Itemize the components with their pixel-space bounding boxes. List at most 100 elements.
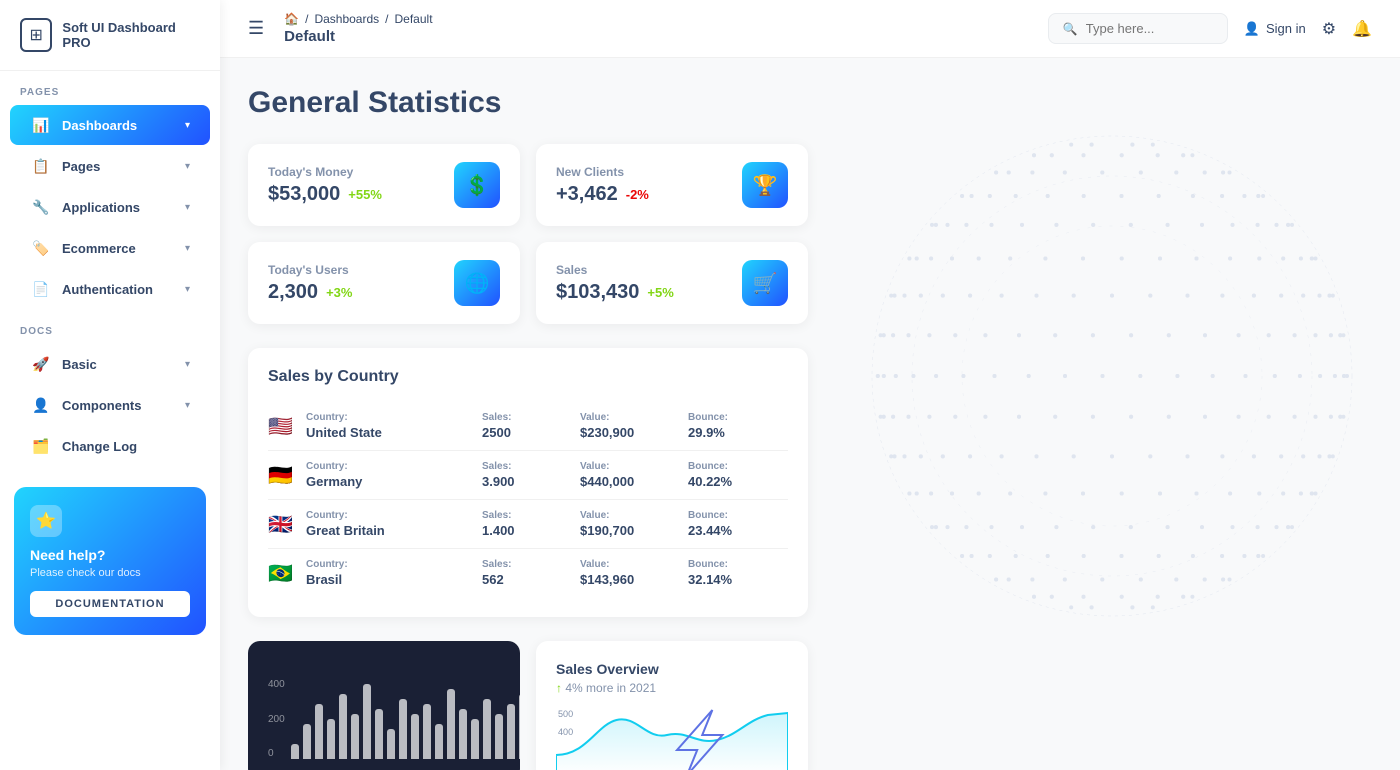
sidebar-item-left: 🔧 Applications (30, 196, 140, 218)
stat-value-3: $103,430 +5% (556, 281, 674, 304)
sidebar-dashboards-arrow: ▾ (185, 120, 190, 131)
stat-icon-3: 🛒 (742, 260, 788, 306)
sidebar-changelog-icon: 🗂️ (30, 435, 52, 457)
sidebar-applications-label: Applications (62, 200, 140, 215)
flag-2: 🇬🇧 (268, 512, 298, 537)
stat-card-left-2: Today's Users 2,300 +3% (268, 263, 352, 304)
sidebar-item-ecommerce[interactable]: 🏷️ Ecommerce ▾ (10, 228, 210, 268)
notifications-icon[interactable]: 🔔 (1352, 19, 1372, 39)
flag-3: 🇧🇷 (268, 561, 298, 586)
sales-country-title: Sales by Country (268, 368, 788, 386)
sidebar-item-left: 🗂️ Change Log (30, 435, 137, 457)
sidebar-dashboards-label: Dashboards (62, 118, 137, 133)
documentation-button[interactable]: DOCUMENTATION (30, 591, 190, 617)
svg-text:500: 500 (558, 709, 573, 719)
sidebar-components-arrow: ▾ (185, 400, 190, 411)
sidebar-authentication-arrow: ▾ (185, 284, 190, 295)
value-col-1: Value: $440,000 (580, 461, 680, 489)
sidebar-changelog-label: Change Log (62, 439, 137, 454)
country-name-col-1: Country: Germany (306, 461, 474, 489)
value-col-0: Value: $230,900 (580, 412, 680, 440)
sidebar-applications-arrow: ▾ (185, 202, 190, 213)
stat-value-1: +3,462 -2% (556, 183, 649, 206)
sales-col-3: Sales: 562 (482, 559, 572, 587)
stat-icon-0: 💲 (454, 162, 500, 208)
sidebar-basic-arrow: ▾ (185, 359, 190, 370)
sidebar-components-label: Components (62, 398, 141, 413)
breadcrumb-dashboards[interactable]: Dashboards (314, 12, 379, 26)
sidebar-help-card: ⭐ Need help? Please check our docs DOCUM… (14, 487, 206, 635)
sidebar-item-applications[interactable]: 🔧 Applications ▾ (10, 187, 210, 227)
stat-card-3: Sales $103,430 +5% 🛒 (536, 242, 808, 324)
flag-1: 🇩🇪 (268, 463, 298, 488)
docs-section-label: DOCS (0, 310, 220, 343)
sidebar-item-left: 📊 Dashboards (30, 114, 137, 136)
bounce-col-2: Bounce: 23.44% (688, 510, 788, 538)
bounce-col-1: Bounce: 40.22% (688, 461, 788, 489)
help-title: Need help? (30, 547, 190, 563)
sidebar: ⊞ Soft UI Dashboard PRO PAGES 📊 Dashboar… (0, 0, 220, 770)
topbar-page-title: Default (284, 28, 432, 45)
bar-0 (291, 744, 299, 759)
sidebar-item-pages[interactable]: 📋 Pages ▾ (10, 146, 210, 186)
bar-1 (303, 724, 311, 759)
sidebar-item-dashboards[interactable]: 📊 Dashboards ▾ (10, 105, 210, 145)
pages-section-label: PAGES (0, 71, 220, 104)
help-star-icon: ⭐ (30, 505, 62, 537)
bar-18 (507, 704, 515, 759)
breadcrumb-current: Default (395, 12, 433, 26)
menu-toggle[interactable]: ☰ (248, 18, 264, 39)
sidebar-item-left: 📋 Pages (30, 155, 100, 177)
stat-icon-1: 🏆 (742, 162, 788, 208)
value-col-2: Value: $190,700 (580, 510, 680, 538)
sales-overview-title: Sales Overview (556, 661, 788, 677)
stat-card-left-0: Today's Money $53,000 +55% (268, 165, 382, 206)
stat-card-left-3: Sales $103,430 +5% (556, 263, 674, 304)
stat-value-2: 2,300 +3% (268, 281, 352, 304)
country-row-3: 🇧🇷 Country: Brasil Sales: 562 Value: $14… (268, 549, 788, 597)
bar-2 (315, 704, 323, 759)
sidebar-item-left: 📄 Authentication (30, 278, 153, 300)
search-input[interactable] (1086, 21, 1213, 36)
sales-by-country-card: Sales by Country 🇺🇸 Country: United Stat… (248, 348, 808, 617)
country-name-col-3: Country: Brasil (306, 559, 474, 587)
app-name: Soft UI Dashboard PRO (62, 20, 200, 50)
sales-col-1: Sales: 3.900 (482, 461, 572, 489)
breadcrumb-home-icon[interactable]: 🏠 (284, 12, 299, 26)
sidebar-components-icon: 👤 (30, 394, 52, 416)
sidebar-pages-icon: 📋 (30, 155, 52, 177)
bar-12 (435, 724, 443, 759)
main-area: ☰ 🏠 / Dashboards / Default Default 🔍 👤 S… (220, 0, 1400, 770)
stat-change-2: +3% (326, 285, 352, 300)
sidebar-item-left: 🚀 Basic (30, 353, 97, 375)
stat-card-0: Today's Money $53,000 +55% 💲 (248, 144, 520, 226)
sidebar-pages-label: Pages (62, 159, 100, 174)
value-col-3: Value: $143,960 (580, 559, 680, 587)
country-name-col-0: Country: United State (306, 412, 474, 440)
bar-3 (327, 719, 335, 759)
bar-5 (351, 714, 359, 759)
help-subtitle: Please check our docs (30, 567, 190, 579)
stat-label-2: Today's Users (268, 263, 352, 277)
sales-col-0: Sales: 2500 (482, 412, 572, 440)
search-icon: 🔍 (1063, 22, 1078, 36)
sales-overview-card: Sales Overview ↑ 4% more in 2021 (536, 641, 808, 770)
sidebar-item-authentication[interactable]: 📄 Authentication ▾ (10, 269, 210, 309)
sales-overview-chart: 500 400 (556, 705, 788, 770)
bar-chart-y-labels: 400 200 0 (268, 679, 285, 759)
signin-button[interactable]: 👤 Sign in (1244, 21, 1306, 37)
settings-icon[interactable]: ⚙ (1322, 19, 1336, 39)
sidebar-item-components[interactable]: 👤 Components ▾ (10, 385, 210, 425)
stat-icon-2: 🌐 (454, 260, 500, 306)
sidebar-basic-icon: 🚀 (30, 353, 52, 375)
bar-19 (519, 694, 520, 759)
bar-15 (471, 719, 479, 759)
sidebar-item-changelog[interactable]: 🗂️ Change Log (10, 426, 210, 466)
content-area: General Statistics Today's Money $53,000… (220, 58, 1400, 770)
sidebar-item-basic[interactable]: 🚀 Basic ▾ (10, 344, 210, 384)
bar-chart (291, 679, 520, 759)
stat-value-0: $53,000 +55% (268, 183, 382, 206)
breadcrumb-path: 🏠 / Dashboards / Default (284, 12, 432, 26)
sales-col-2: Sales: 1.400 (482, 510, 572, 538)
sidebar-pages-arrow: ▾ (185, 161, 190, 172)
